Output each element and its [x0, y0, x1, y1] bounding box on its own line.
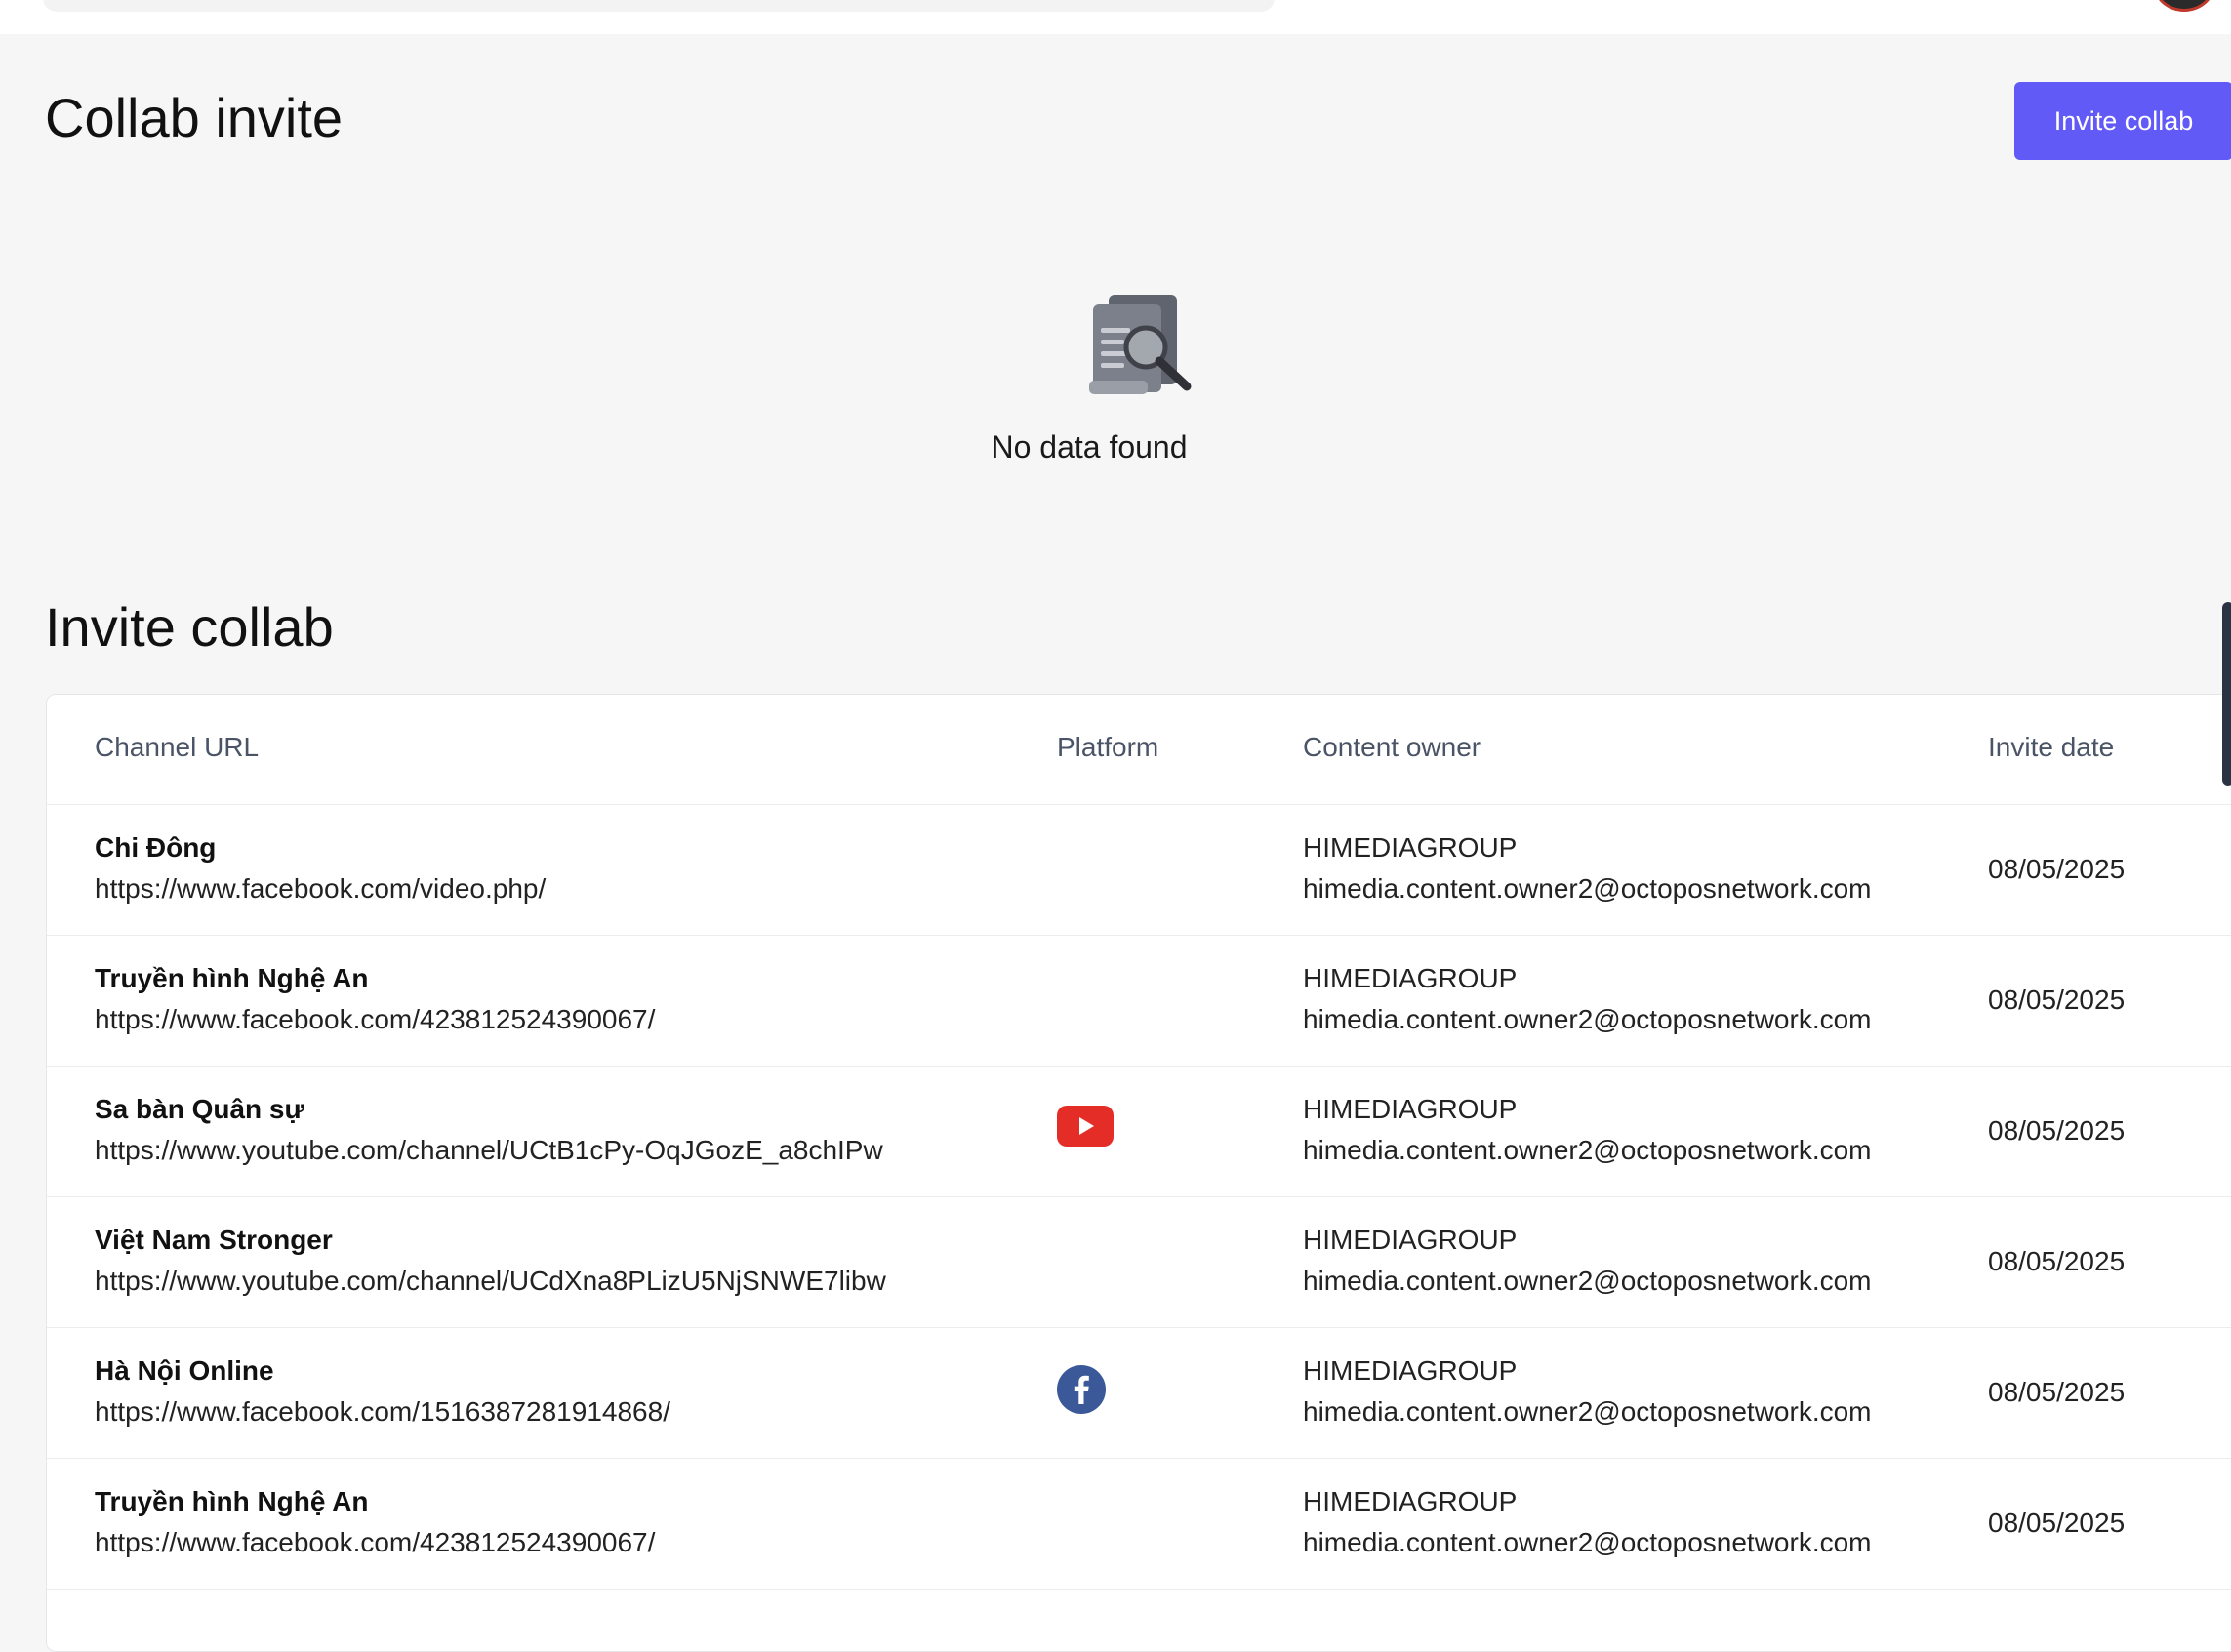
- content-owner: HIMEDIAGROUP: [1303, 1225, 1518, 1255]
- invite-date: 08/05/2025: [1988, 1508, 2126, 1538]
- content-owner: HIMEDIAGROUP: [1303, 1094, 1518, 1124]
- invite-date: 08/05/2025: [1988, 985, 2126, 1015]
- channel-name: Truyền hình Nghệ An: [95, 963, 369, 993]
- owner-email: himedia.content.owner2@octoposnetwork.co…: [1303, 1396, 1872, 1427]
- owner-email: himedia.content.owner2@octoposnetwork.co…: [1303, 873, 1872, 904]
- channel-url[interactable]: https://www.facebook.com/423812524390067…: [95, 1527, 655, 1558]
- table-row[interactable]: Việt Nam Stronger https://www.youtube.co…: [47, 1197, 2231, 1328]
- content-owner: HIMEDIAGROUP: [1303, 832, 1518, 863]
- channel-url[interactable]: https://www.facebook.com/video.php/: [95, 873, 546, 905]
- invite-date: 08/05/2025: [1988, 854, 2126, 884]
- youtube-icon: [1057, 1106, 1114, 1147]
- channel-name: Sa bàn Quân sự: [95, 1094, 304, 1124]
- content-owner: HIMEDIAGROUP: [1303, 1355, 1518, 1386]
- channel-url[interactable]: https://www.facebook.com/423812524390067…: [95, 1004, 655, 1035]
- channel-name: Việt Nam Stronger: [95, 1225, 333, 1255]
- header-content-owner: Content owner: [1303, 732, 1481, 762]
- owner-email: himedia.content.owner2@octoposnetwork.co…: [1303, 1266, 1872, 1296]
- table-row[interactable]: Truyền hình Nghệ An https://www.facebook…: [47, 936, 2231, 1067]
- table-row[interactable]: Sa bàn Quân sự https://www.youtube.com/c…: [47, 1067, 2231, 1197]
- channel-url[interactable]: https://www.youtube.com/channel/UCtB1cPy…: [95, 1135, 883, 1166]
- table-row[interactable]: Truyền hình Nghệ An https://www.facebook…: [47, 1459, 2231, 1590]
- header-invite-date: Invite date: [1988, 732, 2115, 762]
- top-bar: [0, 0, 2231, 34]
- search-bar[interactable]: [43, 0, 1275, 12]
- owner-email: himedia.content.owner2@octoposnetwork.co…: [1303, 1135, 1872, 1165]
- table-row[interactable]: Hà Nội Online https://www.facebook.com/1…: [47, 1328, 2231, 1459]
- header-channel-url: Channel URL: [95, 732, 260, 762]
- avatar[interactable]: [2153, 0, 2215, 12]
- no-data-icon: [1089, 295, 1192, 394]
- section-title: Invite collab: [45, 596, 334, 658]
- invite-date: 08/05/2025: [1988, 1377, 2126, 1407]
- page-title: Collab invite: [45, 87, 344, 148]
- content-owner: HIMEDIAGROUP: [1303, 1486, 1518, 1516]
- channel-url[interactable]: https://www.facebook.com/151638728191486…: [95, 1396, 670, 1428]
- table-row[interactable]: Chi Đông https://www.facebook.com/video.…: [47, 805, 2231, 936]
- invite-date: 08/05/2025: [1988, 1115, 2126, 1146]
- owner-email: himedia.content.owner2@octoposnetwork.co…: [1303, 1004, 1872, 1034]
- invite-date: 08/05/2025: [1988, 1246, 2126, 1276]
- invite-collab-button[interactable]: Invite collab: [2014, 82, 2231, 160]
- empty-state-text: No data found: [991, 429, 1188, 464]
- channel-name: Truyền hình Nghệ An: [95, 1486, 369, 1516]
- channel-url[interactable]: https://www.youtube.com/channel/UCdXna8P…: [95, 1266, 886, 1297]
- table-header: Channel URL Platform Content owner Invit…: [47, 695, 2231, 805]
- channel-name: Chi Đông: [95, 832, 217, 863]
- content-owner: HIMEDIAGROUP: [1303, 963, 1518, 993]
- facebook-icon: [1057, 1365, 1106, 1414]
- header-platform: Platform: [1057, 732, 1159, 762]
- invite-table: Channel URL Platform Content owner Invit…: [46, 694, 2231, 1652]
- owner-email: himedia.content.owner2@octoposnetwork.co…: [1303, 1527, 1872, 1557]
- scrollbar-thumb[interactable]: [2222, 602, 2231, 786]
- channel-name: Hà Nội Online: [95, 1355, 274, 1386]
